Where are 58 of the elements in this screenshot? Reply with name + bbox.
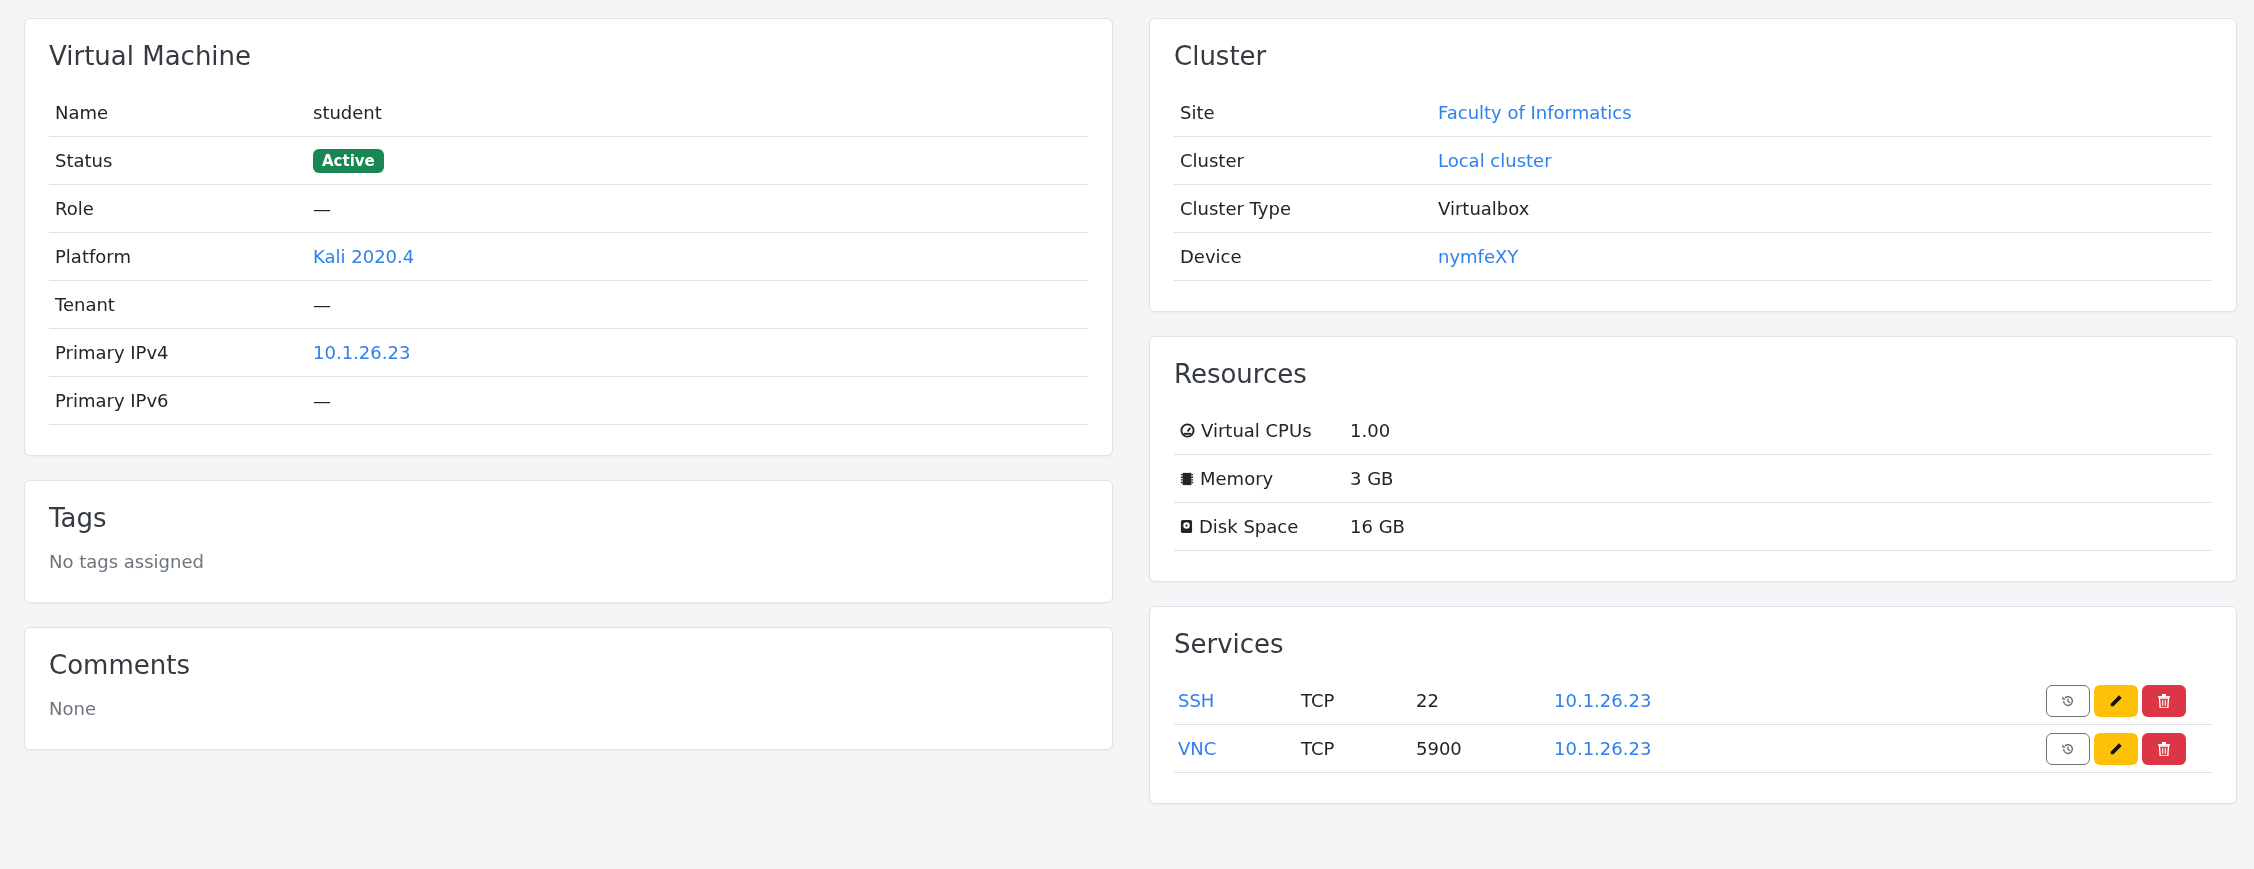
service-link[interactable]: VNC (1178, 738, 1217, 759)
pencil-icon (2109, 741, 2123, 756)
field-label: Site (1180, 102, 1215, 123)
value-text: student (313, 102, 382, 123)
value-link[interactable]: Faculty of Informatics (1438, 102, 1632, 123)
value-link[interactable]: Local cluster (1438, 150, 1552, 171)
field-label: Primary IPv6 (55, 390, 169, 411)
status-badge: Active (313, 148, 384, 173)
field-label: Tenant (55, 294, 115, 315)
value-text: — (313, 198, 331, 219)
value-text: 16 GB (1350, 516, 1405, 537)
trash-icon (2158, 693, 2170, 708)
card-title: Cluster (1174, 41, 1268, 71)
value-link[interactable]: 10.1.26.23 (313, 342, 411, 363)
gauge-icon (1180, 423, 1195, 438)
protocol-text: TCP (1301, 690, 1335, 711)
value-text: Virtualbox (1438, 198, 1530, 219)
value-text: 3 GB (1350, 468, 1394, 489)
history-icon (2061, 693, 2075, 708)
value-text: 1.00 (1350, 420, 1391, 441)
card-text: No tags assigned (49, 551, 205, 572)
history-icon (2061, 741, 2075, 756)
field-label: Device (1180, 246, 1242, 267)
card-title: Comments (49, 650, 191, 680)
value-text: — (313, 390, 331, 411)
history-button[interactable] (2046, 684, 2090, 717)
field-label: Cluster Type (1180, 198, 1291, 219)
value-link[interactable]: Kali 2020.4 (313, 246, 415, 267)
delete-button[interactable] (2142, 684, 2186, 717)
protocol-text: TCP (1301, 738, 1335, 759)
card-title: Virtual Machine (49, 41, 253, 71)
memory-chip-icon (1180, 471, 1194, 486)
port-text: 5900 (1416, 738, 1462, 759)
field-label: Status (55, 150, 113, 171)
field-label: Name (55, 102, 109, 123)
field-label: Memory (1200, 468, 1274, 489)
field-label: Virtual CPUs (1201, 420, 1312, 441)
value-text: — (313, 294, 331, 315)
field-label: Platform (55, 246, 131, 267)
service-link[interactable]: SSH (1178, 690, 1215, 711)
edit-button[interactable] (2094, 732, 2138, 765)
field-label: Disk Space (1199, 516, 1299, 537)
card-title: Tags (49, 503, 108, 533)
edit-button[interactable] (2094, 684, 2138, 717)
field-label: Role (55, 198, 94, 219)
card-text: None (49, 698, 97, 719)
field-label: Primary IPv4 (55, 342, 169, 363)
field-label: Cluster (1180, 150, 1244, 171)
value-link[interactable]: nymfeXY (1438, 246, 1519, 267)
card-title: Resources (1174, 359, 1308, 389)
port-text: 22 (1416, 690, 1439, 711)
card-title: Services (1174, 629, 1285, 659)
history-button[interactable] (2046, 732, 2090, 765)
ip-address-link[interactable]: 10.1.26.23 (1554, 738, 1652, 759)
ip-address-link[interactable]: 10.1.26.23 (1554, 690, 1652, 711)
pencil-icon (2109, 693, 2123, 708)
trash-icon (2158, 741, 2170, 756)
delete-button[interactable] (2142, 732, 2186, 765)
